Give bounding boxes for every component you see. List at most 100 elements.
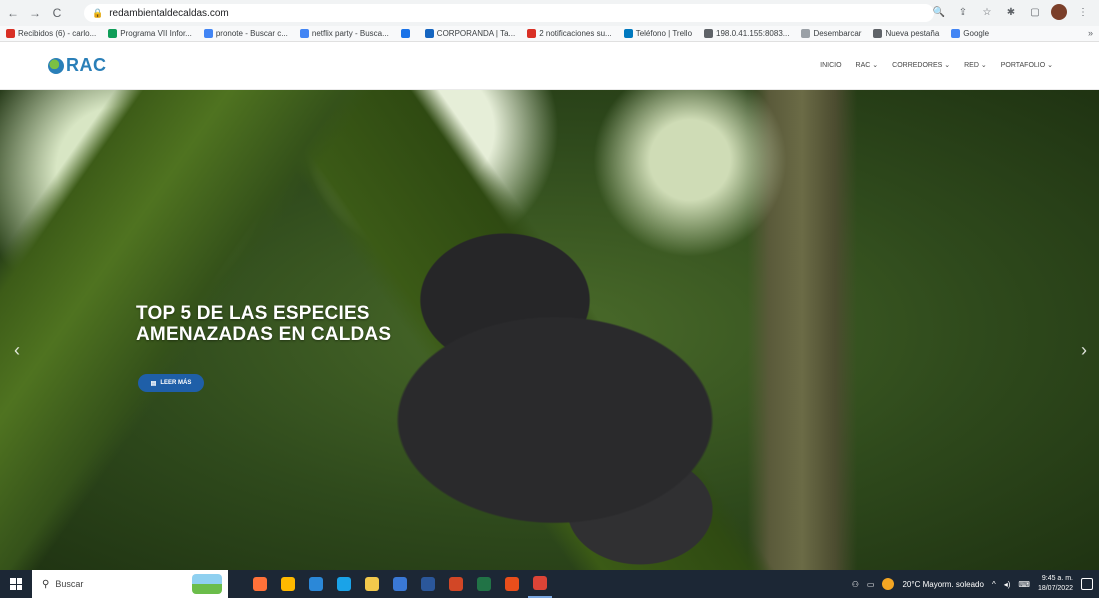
- firefox-icon[interactable]: [248, 570, 272, 598]
- battery-icon[interactable]: ▭: [867, 580, 875, 589]
- share-icon[interactable]: ⇪: [955, 4, 971, 20]
- bookmark-favicon-icon: [951, 29, 961, 38]
- bookmarks-more-icon[interactable]: »: [1088, 28, 1093, 38]
- bookmark-label: pronote - Buscar c...: [215, 29, 288, 38]
- start-button[interactable]: [0, 570, 32, 598]
- bookmark-favicon-icon: [108, 29, 118, 38]
- bookmark-label: Recibidos (6) - carlo...: [18, 29, 97, 38]
- logo-mark-icon: [48, 57, 64, 74]
- bookmark-item[interactable]: Programa VII Infor...: [108, 29, 192, 38]
- bookmark-label: 198.0.41.155:8083...: [716, 29, 790, 38]
- nav-item-red[interactable]: RED ⌄: [964, 61, 987, 69]
- clock-time: 9:45 a. m.: [1041, 575, 1073, 582]
- taskbar-apps: [248, 570, 552, 598]
- browser-toolbar: ← → C 🔒 redambientaldecaldas.com 🔍 ⇪ ☆ ✱…: [0, 0, 1099, 26]
- menu-icon[interactable]: ⋮: [1075, 4, 1091, 20]
- bookmark-item[interactable]: 198.0.41.155:8083...: [704, 29, 789, 38]
- bookmark-item[interactable]: Recibidos (6) - carlo...: [6, 29, 96, 38]
- weather-text[interactable]: 20°C Mayorm. soleado: [902, 580, 983, 589]
- bookmark-favicon-icon: [527, 29, 537, 38]
- taskbar-search[interactable]: ⚲ Buscar: [32, 570, 228, 598]
- bookmark-favicon-icon: [6, 29, 15, 38]
- browser-actions: 🔍 ⇪ ☆ ✱ ▢ ⋮: [931, 4, 1091, 20]
- bookmark-favicon-icon: [801, 29, 811, 38]
- weather-icon[interactable]: [882, 578, 895, 590]
- zoom-icon[interactable]: 🔍: [931, 4, 947, 20]
- system-tray: ⚇ ▭ 20°C Mayorm. soleado ^ ◂) ⌨ 9:45 a. …: [852, 570, 1099, 598]
- bookmark-label: Teléfono | Trello: [635, 29, 693, 38]
- bookmark-label: Nueva pestaña: [885, 29, 940, 38]
- bookmark-favicon-icon: [704, 29, 714, 38]
- bookmark-label: Desembarcar: [813, 29, 862, 38]
- bookmark-favicon-icon: [400, 29, 410, 38]
- site-nav: INICIO RAC ⌄ CORREDORES ⌄ RED ⌄ PORTAFOL…: [820, 61, 1053, 70]
- bookmark-item[interactable]: netflix party - Busca...: [299, 29, 389, 38]
- excel-icon[interactable]: [472, 570, 496, 598]
- next-slide-icon[interactable]: ›: [1077, 338, 1091, 362]
- bookmark-label: 2 notificaciones su...: [539, 29, 612, 38]
- bookmark-item[interactable]: Nueva pestaña: [873, 29, 939, 38]
- extensions-icon[interactable]: ✱: [1003, 4, 1019, 20]
- bookmark-label: netflix party - Busca...: [311, 29, 389, 38]
- calendar-icon[interactable]: [276, 570, 300, 598]
- hero-slider: ‹ › TOP 5 DE LAS ESPECIES AMENAZADAS EN …: [0, 90, 1099, 570]
- sidebar-icon[interactable]: ▢: [1027, 4, 1043, 20]
- bookmark-item[interactable]: Google: [951, 29, 989, 38]
- keyboard-icon[interactable]: ⌨: [1018, 580, 1030, 589]
- bookmark-label: Google: [963, 29, 990, 38]
- bookmark-item[interactable]: pronote - Buscar c...: [203, 29, 288, 38]
- prev-slide-icon[interactable]: ‹: [10, 338, 24, 362]
- bookmark-favicon-icon: [623, 29, 633, 38]
- bookmark-label: CORPORANDA | Ta...: [436, 29, 516, 38]
- app-icon[interactable]: [500, 570, 524, 598]
- forward-icon[interactable]: →: [26, 4, 44, 22]
- mail-icon[interactable]: [388, 570, 412, 598]
- search-icon: ⚲: [42, 578, 50, 590]
- logo-text: RAC: [66, 55, 107, 75]
- powerpoint-icon[interactable]: [444, 570, 468, 598]
- edge-icon[interactable]: [332, 570, 356, 598]
- nav-item-inicio[interactable]: INICIO: [820, 61, 841, 69]
- people-icon[interactable]: ⚇: [852, 580, 859, 589]
- notifications-icon[interactable]: [1081, 578, 1093, 590]
- nav-item-corredores[interactable]: CORREDORES ⌄: [892, 61, 950, 69]
- read-more-button[interactable]: ▤ LEER MÁS: [138, 374, 204, 392]
- profile-icon[interactable]: [1051, 4, 1067, 20]
- windows-taskbar: ⚲ Buscar ⚇ ▭ 20°C Mayorm. soleado ^ ◂) ⌨…: [0, 570, 1099, 598]
- bookmark-favicon-icon: [424, 29, 434, 38]
- search-highlight-image[interactable]: [192, 574, 222, 594]
- bookmark-item[interactable]: CORPORANDA | Ta...: [424, 29, 516, 38]
- bookmark-label: Programa VII Infor...: [120, 29, 192, 38]
- chrome-icon[interactable]: [528, 570, 552, 598]
- site-logo[interactable]: RAC: [48, 55, 107, 76]
- reload-icon[interactable]: C: [48, 4, 66, 22]
- nav-item-rac[interactable]: RAC ⌄: [856, 61, 879, 69]
- site-header: RAC INICIO RAC ⌄ CORREDORES ⌄ RED ⌄ PORT…: [0, 42, 1099, 90]
- search-placeholder: Buscar: [55, 579, 84, 589]
- chevron-up-icon[interactable]: ^: [992, 580, 996, 589]
- read-more-label: LEER MÁS: [160, 380, 192, 386]
- bookmark-favicon-icon: [299, 29, 309, 38]
- address-bar[interactable]: 🔒 redambientaldecaldas.com: [84, 4, 934, 22]
- bookmark-item[interactable]: Teléfono | Trello: [623, 29, 693, 38]
- bookmark-item[interactable]: 2 notificaciones su...: [527, 29, 612, 38]
- store-icon[interactable]: [304, 570, 328, 598]
- files-icon[interactable]: [360, 570, 384, 598]
- volume-icon[interactable]: ◂): [1004, 580, 1011, 589]
- bookmark-favicon-icon: [203, 29, 213, 38]
- bookmark-item[interactable]: [400, 29, 413, 38]
- lock-icon: 🔒: [92, 7, 104, 18]
- windows-icon: [10, 578, 22, 590]
- bookmarks-bar: Recibidos (6) - carlo... Programa VII Inf…: [0, 26, 1099, 42]
- word-icon[interactable]: [416, 570, 440, 598]
- bookmark-item[interactable]: Desembarcar: [801, 29, 861, 38]
- back-icon[interactable]: ←: [4, 4, 22, 22]
- clock-date: 18/07/2022: [1037, 585, 1073, 592]
- nav-item-portafolio[interactable]: PORTAFOLIO ⌄: [1001, 61, 1053, 69]
- document-icon: ▤: [150, 380, 157, 387]
- bookmark-favicon-icon: [873, 29, 883, 38]
- url-text[interactable]: redambientaldecaldas.com: [109, 8, 229, 19]
- clock[interactable]: 9:45 a. m. 18/07/2022: [1038, 574, 1073, 594]
- hero-title: TOP 5 DE LAS ESPECIES AMENAZADAS EN CALD…: [136, 303, 392, 345]
- star-icon[interactable]: ☆: [979, 4, 995, 20]
